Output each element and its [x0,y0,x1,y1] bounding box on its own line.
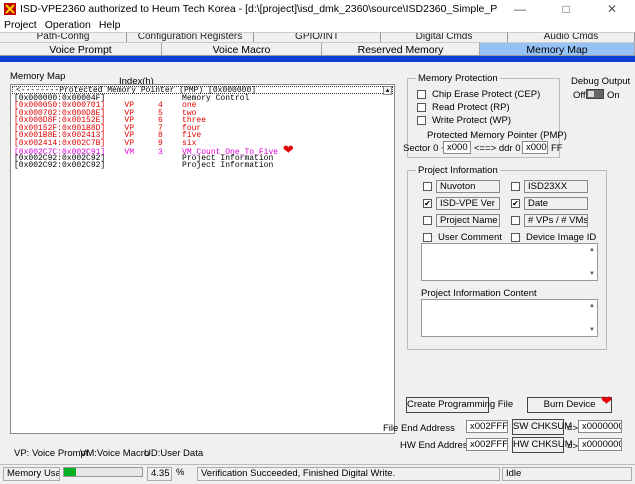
checkbox-box[interactable] [511,216,520,225]
sector-input[interactable]: x000 [443,141,471,154]
project-name-field[interactable]: Project Name [436,214,500,227]
menu-operation[interactable]: Operation [45,19,91,31]
sw-chksum-button[interactable]: SW CHKSUM [512,419,572,435]
read-protect-checkbox[interactable]: Read Protect (RP) [417,102,510,113]
checkbox-box[interactable]: ✔ [423,199,432,208]
tab-memory-map[interactable]: Memory Map [480,42,635,56]
tab-voice-prompt[interactable]: Voice Prompt [0,42,162,56]
tab-gpio-int[interactable]: GPIO/INT [254,32,381,42]
window-title: ISD-VPE2360 authorized to Heum Tech Kore… [20,3,497,15]
status-message: Verification Succeeded, Finished Digital… [197,467,500,481]
ff-label: FF [551,143,563,154]
close-button[interactable]: ✕ [589,0,635,18]
scroll-up-arrow-icon[interactable]: ▲ [588,302,596,310]
hw-chksum-arrow: => [567,441,579,452]
legend-ud: UD:User Data [144,448,204,459]
maximize-button[interactable]: □ [543,0,589,18]
checkbox-label: Write Protect (WP) [432,115,511,126]
hw-end-address-input[interactable]: x002FFF [466,438,508,451]
memory-protection-title: Memory Protection [416,73,500,84]
isd-vpe-ver-field[interactable]: ISD-VPE Ver [436,197,500,210]
scroll-down-arrow-icon[interactable]: ▼ [588,270,596,278]
title-bar: ISD-VPE2360 authorized to Heum Tech Kore… [0,0,635,18]
checkbox-box[interactable] [423,216,432,225]
memory-map-label: Memory Map [10,71,66,82]
checkbox-box[interactable] [511,233,520,242]
sw-chksum-arrow: => [567,423,579,434]
memory-usage-value: 4.35 [147,467,172,481]
device-image-id-checkbox[interactable]: Device Image ID [511,232,596,243]
checkbox-label: Read Protect (RP) [432,102,510,113]
menu-help[interactable]: Help [99,19,121,31]
pmp-title: Protected Memory Pointer (PMP) [427,130,567,141]
tab-configuration-registers[interactable]: Configuration Registers [127,32,254,42]
hw-chksum-value: x00000000 [578,438,622,451]
memory-map-list[interactable]: <--------Protected Memory Pointer (PMP) … [10,84,395,434]
checkbox-label: User Comment [438,232,502,243]
tabs-row-front: Voice Prompt Voice Macro Reserved Memory… [0,42,635,56]
user-comment-checkbox[interactable]: User Comment [423,232,502,243]
checkbox-box[interactable] [417,116,426,125]
menu-project[interactable]: Project [4,19,37,31]
scroll-down-arrow-icon[interactable]: ▼ [588,326,596,334]
tab-audio-cmds[interactable]: Audio Cmds [508,32,635,42]
legend-vm: VM:Voice Macro [80,448,150,459]
ddr-label: <==> ddr 0 ~ [474,143,529,154]
tab-path-config[interactable]: Path-Config [0,32,127,42]
status-state: Idle [502,467,632,481]
isd23xx-field[interactable]: ISD23XX [524,180,588,193]
tab-digital-cmds[interactable]: Digital Cmds [381,32,508,42]
file-end-address-input[interactable]: x002FFF [466,420,508,433]
project-information-title: Project Information [416,165,500,176]
checkbox-label: Chip Erase Protect (CEP) [432,89,541,100]
tab-reserved-memory[interactable]: Reserved Memory [322,42,480,56]
checkbox-box[interactable] [423,182,432,191]
checkbox-box[interactable] [417,103,426,112]
checkbox-box[interactable] [511,182,520,191]
ddr-input[interactable]: x0000 [522,141,548,154]
date-field[interactable]: Date [524,197,588,210]
toggle-knob [588,91,594,97]
heart-icon: ❤ [282,143,294,158]
memory-usage-percent: % [176,467,185,478]
minimize-button[interactable]: — [497,0,543,18]
tab-underline [0,56,635,62]
hw-end-address-label: HW End Address [400,440,473,451]
hw-chksum-button[interactable]: HW CHKSUM [512,437,573,453]
scroll-up-arrow-icon[interactable]: ▲ [588,246,596,254]
memory-usage-progress-bar [63,467,143,477]
debug-output-title: Debug Output [571,76,631,87]
list-item[interactable]: [0x002414:0x002C7B] VP 9 six [11,139,394,148]
chip-erase-protect-checkbox[interactable]: Chip Erase Protect (CEP) [417,89,540,100]
menu-bar: Project Operation Help [0,18,635,32]
checkbox-label: Device Image ID [526,232,597,243]
debug-on-label: On [607,90,620,101]
write-protect-checkbox[interactable]: Write Protect (WP) [417,115,511,126]
list-item[interactable]: <--------Protected Memory Pointer (PMP) … [12,86,393,94]
project-information-content-title: Project Information Content [421,288,537,299]
memory-usage-label: Memory Usage [3,467,60,481]
burn-device-button[interactable]: Burn Device [527,397,612,413]
checkbox-box[interactable] [417,90,426,99]
app-icon [4,3,16,15]
scroll-up-arrow-icon[interactable]: ▲ [383,86,392,95]
project-information-content-textarea[interactable]: ▲ ▼ [421,299,598,337]
vps-vms-field[interactable]: # VPs / # VMs [524,214,588,227]
user-comment-textarea[interactable]: ▲ ▼ [421,243,598,281]
list-item[interactable]: [0x002C92:0x002C92] Project Information [11,162,394,170]
nuvoton-field[interactable]: Nuvoton [436,180,500,193]
sw-chksum-value: x00000000 [578,420,622,433]
tab-voice-macro[interactable]: Voice Macro [162,42,322,56]
legend-vp: VP: Voice Prompt [14,448,89,459]
progress-fill [64,468,76,476]
tabs-row-back: Path-Config Configuration Registers GPIO… [0,32,635,42]
checkbox-box[interactable]: ✔ [511,199,520,208]
create-programming-file-button[interactable]: Create Programming File [406,397,513,413]
file-end-address-label: File End Address [383,423,455,434]
debug-output-toggle[interactable] [586,89,604,99]
checkbox-box[interactable] [423,233,432,242]
debug-off-label: Off [573,90,586,101]
heart-icon: ❤ [601,394,612,409]
sector-label: Sector 0 ~ [403,143,447,154]
